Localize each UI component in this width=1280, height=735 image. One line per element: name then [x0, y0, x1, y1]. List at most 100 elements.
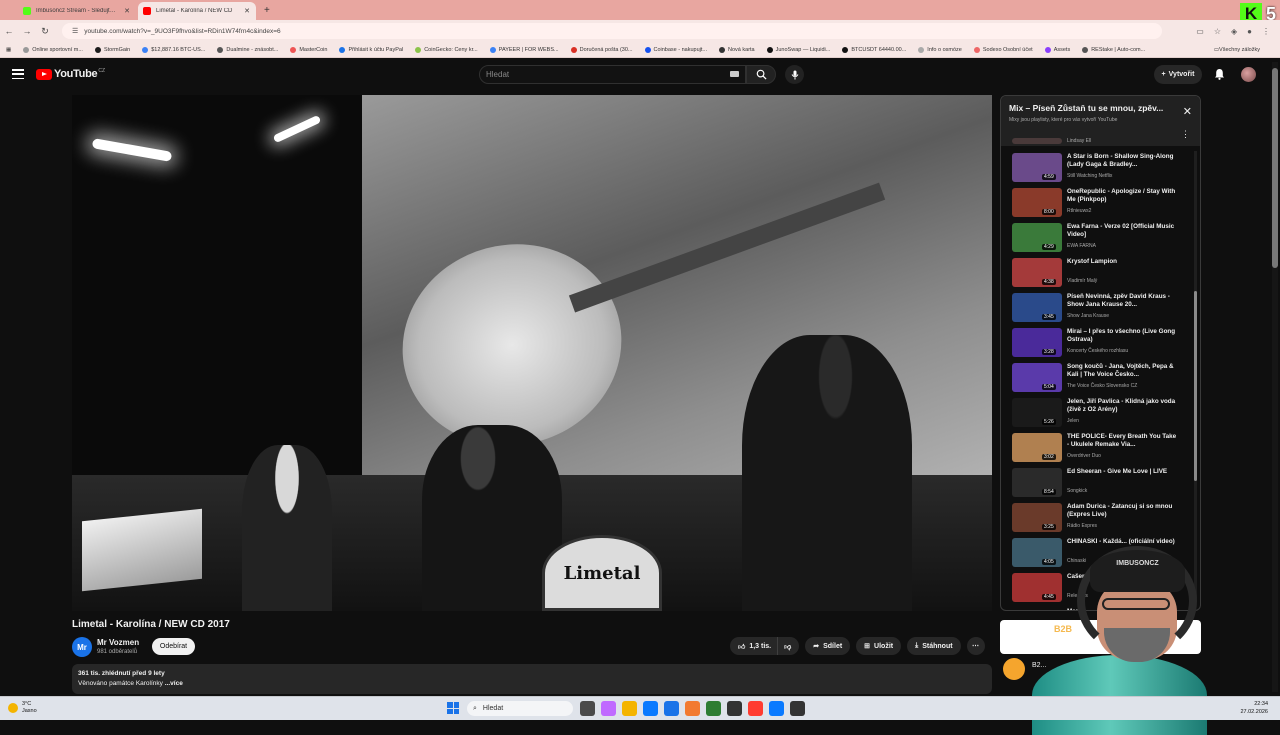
apps-icon[interactable]: ▦	[6, 47, 11, 53]
taskbar-app-icon[interactable]	[748, 701, 763, 716]
channel-avatar[interactable]: Mr	[72, 637, 92, 657]
country-code: CZ	[98, 67, 105, 74]
site-info-icon[interactable]: ☰	[72, 27, 78, 35]
bookmark-item[interactable]: Info o osmóze	[918, 46, 962, 53]
notifications-bell-icon[interactable]	[1214, 68, 1225, 80]
address-bar[interactable]: ☰ youtube.com/watch?v=_9UO3F9fhvo&list=R…	[62, 23, 1162, 39]
list-item[interactable]: 4:38 Krystof Lampion Vladimír Malý	[1012, 258, 1192, 293]
list-item[interactable]: 5:04 Song koučů - Jana, Vojtěch, Pepa & K…	[1012, 363, 1192, 398]
list-item[interactable]: 3:25 Adam Ďurica - Zatancuj si so mnou (E…	[1012, 503, 1192, 538]
bookmark-item[interactable]: Doručená pošta (30...	[570, 46, 633, 53]
new-tab-button[interactable]: +	[264, 5, 270, 16]
bookmark-item[interactable]: PAYEER | FOR WEBS...	[489, 46, 559, 53]
taskbar-app-icon[interactable]	[790, 701, 805, 716]
bookmark-item[interactable]: $12,887.16 BTC-US...	[142, 46, 205, 53]
video-duration: 4:38	[1042, 279, 1056, 285]
bookmark-item[interactable]: StormGain	[94, 46, 130, 53]
close-playlist-icon[interactable]: ✕	[1183, 105, 1192, 118]
voice-search-button[interactable]	[785, 65, 804, 84]
system-clock[interactable]: 22:34 27.02.2026	[1240, 700, 1268, 716]
share-button[interactable]: ➦ Sdílet	[805, 637, 851, 655]
list-item[interactable]: 8:54 Ed Sheeran - Give Me Love | LIVE Song…	[1012, 468, 1192, 503]
taskbar-app-icon[interactable]	[601, 701, 616, 716]
tab-youtube[interactable]: Limetal - Karolína / NEW CD ✕	[138, 2, 256, 20]
taskbar-search[interactable]: ⌕ Hledat	[467, 701, 573, 716]
all-bookmarks-folder[interactable]: ▭ Všechny záložky	[1214, 47, 1260, 53]
list-item[interactable]: 4:29 Ewa Farna - Verze 02 [Official Music…	[1012, 223, 1192, 258]
bookmark-item[interactable]: REStake | Auto-com...	[1082, 46, 1145, 53]
taskbar-app-icon[interactable]	[580, 701, 595, 716]
browser-toolbar: ← → ↻ ☰ youtube.com/watch?v=_9UO3F9fhvo&…	[0, 20, 1280, 42]
weather-description: Jasno	[22, 707, 37, 714]
taskbar-app-icon[interactable]	[622, 701, 637, 716]
menu-dots-icon[interactable]: ⋮	[1262, 27, 1270, 36]
weather-widget[interactable]: 3°C Jasno	[8, 701, 37, 714]
video-channel: Lindsay Ell	[1067, 138, 1092, 144]
save-button[interactable]: ⊞ Uložit	[856, 637, 902, 655]
bookmark-item[interactable]: JunoSwap — Liquidi...	[766, 46, 830, 53]
scrollbar-thumb[interactable]	[1194, 291, 1197, 481]
windows-start-icon[interactable]	[447, 702, 459, 714]
keyboard-icon[interactable]	[730, 71, 739, 77]
bookmark-item[interactable]: MasterCoin	[290, 46, 327, 53]
bookmark-item[interactable]: BTCUSDT 64440.00...	[842, 46, 906, 53]
subscribe-button[interactable]: Odebírat	[152, 638, 195, 655]
webcam-overlay: IMBUSONCZ	[1022, 540, 1207, 735]
like-button[interactable]: 👍︎ 1,3 tis.	[730, 637, 779, 655]
reload-icon[interactable]: ↻	[36, 26, 54, 37]
back-icon[interactable]: ←	[0, 26, 18, 36]
create-button[interactable]: + Vytvořit	[1154, 65, 1202, 84]
list-item[interactable]: 8:00 OneRepublic - Apologize / Stay With …	[1012, 188, 1192, 223]
list-item[interactable]: 3:28 Mirai – I přes to všechno (Live Gong…	[1012, 328, 1192, 363]
close-tab-icon[interactable]: ✕	[244, 7, 250, 15]
profile-icon[interactable]: ●	[1247, 27, 1252, 36]
taskbar-app-icon[interactable]	[685, 701, 700, 716]
extension-icon[interactable]: ◈	[1231, 27, 1237, 36]
channel-name[interactable]: Mr Vozmen	[97, 638, 139, 647]
list-item[interactable]: Lindsay Ell	[1012, 138, 1192, 150]
bookmark-item[interactable]: CoinGecko: Ceny kr...	[415, 46, 478, 53]
search-input[interactable]: Hledat	[479, 65, 746, 84]
mix-playlist-panel: Mix – Píseň Zůstaň tu se mnou, zpěv... M…	[1000, 95, 1201, 611]
forward-icon[interactable]: →	[18, 26, 36, 36]
dislike-button[interactable]: 👎︎	[778, 637, 800, 655]
microphone-icon	[791, 70, 798, 79]
list-item[interactable]: 5:26 Jelen, Jiří Pavlica - Klidná jako vo…	[1012, 398, 1192, 433]
bookmark-item[interactable]: Přihlásit k účtu PayPal	[339, 46, 403, 53]
taskbar-app-icon[interactable]	[643, 701, 658, 716]
youtube-logo[interactable]: YouTube CZ	[36, 68, 105, 80]
close-tab-icon[interactable]: ✕	[124, 7, 130, 15]
bookmark-item[interactable]: Online sportovní m...	[23, 46, 83, 53]
sun-icon	[8, 702, 18, 713]
more-actions-button[interactable]: ⋯	[966, 637, 985, 655]
bookmark-item[interactable]: Sodexo Osobní účet	[973, 46, 1033, 53]
playlist-scrollbar[interactable]	[1194, 151, 1197, 601]
user-avatar[interactable]	[1241, 67, 1256, 82]
download-button[interactable]: ⤓ Stáhnout	[907, 637, 961, 655]
bookmark-item[interactable]: Coinbase - nakupujt...	[644, 46, 707, 53]
bookmark-star-icon[interactable]: ☆	[1214, 27, 1221, 36]
taskbar-app-icon[interactable]	[706, 701, 721, 716]
list-item[interactable]: 3:02 THE POLICE- Every Breath You Take - …	[1012, 433, 1192, 468]
video-player[interactable]: Limetal	[72, 95, 992, 611]
youtube-play-icon	[36, 68, 52, 80]
description-box[interactable]: 361 tis. zhlédnutí před 9 lety Věnováno …	[72, 664, 992, 694]
menu-icon[interactable]	[12, 69, 24, 79]
page-scrollbar[interactable]	[1272, 62, 1278, 692]
bookmark-item[interactable]: Nová karta	[719, 46, 755, 53]
list-item[interactable]: 3:45 Píseň Nevinná, zpěv David Kraus - Sh…	[1012, 293, 1192, 328]
list-item[interactable]: 4:59 A Star is Born - Shallow Sing-Along …	[1012, 153, 1192, 188]
show-more-link[interactable]: ...více	[165, 680, 183, 687]
page-scrollbar-thumb[interactable]	[1272, 68, 1278, 268]
playlist-title[interactable]: Mix – Píseň Zůstaň tu se mnou, zpěv...	[1009, 103, 1177, 113]
bookmark-item[interactable]: Assets	[1044, 46, 1070, 53]
taskbar-app-icon[interactable]	[769, 701, 784, 716]
taskbar-app-icon[interactable]	[664, 701, 679, 716]
tab-kick-stream[interactable]: Imbusoncz Stream - Sledujte ž... ✕	[18, 2, 136, 20]
bookmark-label: Info o osmóze	[927, 46, 962, 53]
search-button[interactable]	[746, 65, 776, 84]
bookmark-item[interactable]: Dualmine - znásobt...	[217, 46, 278, 53]
video-title: Ewa Farna - Verze 02 [Official Music Vid…	[1067, 223, 1175, 239]
taskbar-app-icon[interactable]	[727, 701, 742, 716]
install-icon[interactable]: ▭	[1196, 27, 1204, 36]
